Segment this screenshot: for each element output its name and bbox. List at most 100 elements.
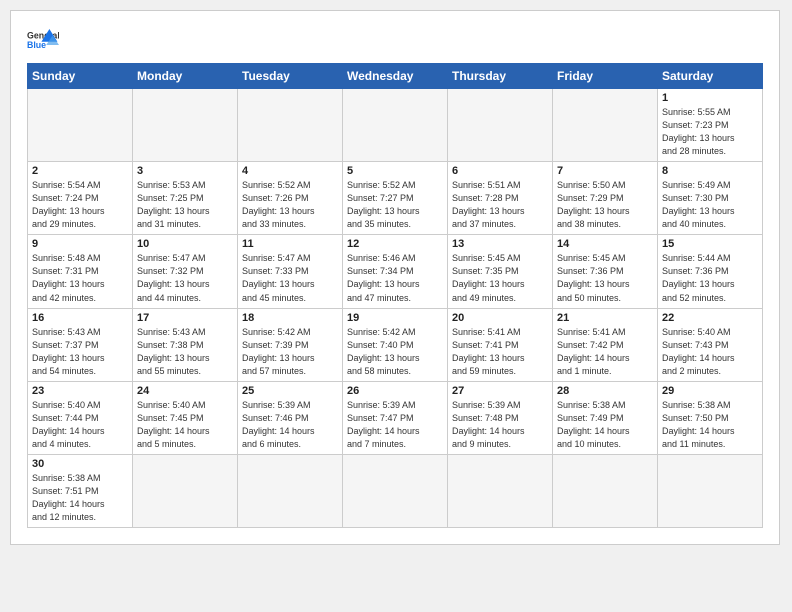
day-number: 16 <box>32 312 128 324</box>
day-number: 29 <box>662 385 758 397</box>
day-info: Sunrise: 5:42 AMSunset: 7:39 PMDaylight:… <box>242 326 338 378</box>
day-number: 28 <box>557 385 653 397</box>
week-row-6: 30 Sunrise: 5:38 AMSunset: 7:51 PMDayligh… <box>28 454 763 527</box>
day-number: 4 <box>242 165 338 177</box>
week-row-1: 1 Sunrise: 5:55 AMSunset: 7:23 PMDaylight… <box>28 89 763 162</box>
logo: General Blue <box>27 27 59 55</box>
calendar-cell <box>553 89 658 162</box>
day-number: 25 <box>242 385 338 397</box>
weekday-header-monday: Monday <box>133 64 238 89</box>
day-number: 2 <box>32 165 128 177</box>
weekday-header-friday: Friday <box>553 64 658 89</box>
calendar-cell: 8Sunrise: 5:49 AMSunset: 7:30 PMDaylight… <box>658 162 763 235</box>
calendar-table: SundayMondayTuesdayWednesdayThursdayFrid… <box>27 63 763 528</box>
weekday-header-wednesday: Wednesday <box>343 64 448 89</box>
day-number: 5 <box>347 165 443 177</box>
day-number: 9 <box>32 238 128 250</box>
calendar-cell <box>343 454 448 527</box>
day-info: Sunrise: 5:40 AMSunset: 7:43 PMDaylight:… <box>662 326 758 378</box>
logo-icon: General Blue <box>27 27 59 55</box>
day-info: Sunrise: 5:49 AMSunset: 7:30 PMDaylight:… <box>662 179 758 231</box>
week-row-5: 23 Sunrise: 5:40 AMSunset: 7:44 PMDayligh… <box>28 381 763 454</box>
calendar-page: General Blue SundayMondayTuesdayWednesda… <box>10 10 780 545</box>
calendar-cell: 20 Sunrise: 5:41 AMSunset: 7:41 PMDayligh… <box>448 308 553 381</box>
day-number: 23 <box>32 385 128 397</box>
day-info: Sunrise: 5:47 AMSunset: 7:33 PMDaylight:… <box>242 252 338 304</box>
day-info: Sunrise: 5:40 AMSunset: 7:45 PMDaylight:… <box>137 399 233 451</box>
calendar-cell: 19Sunrise: 5:42 AMSunset: 7:40 PMDayligh… <box>343 308 448 381</box>
calendar-cell: 11 Sunrise: 5:47 AMSunset: 7:33 PMDayligh… <box>238 235 343 308</box>
calendar-cell: 12Sunrise: 5:46 AMSunset: 7:34 PMDayligh… <box>343 235 448 308</box>
day-info: Sunrise: 5:43 AMSunset: 7:38 PMDaylight:… <box>137 326 233 378</box>
week-row-2: 2 Sunrise: 5:54 AMSunset: 7:24 PMDaylight… <box>28 162 763 235</box>
day-info: Sunrise: 5:42 AMSunset: 7:40 PMDaylight:… <box>347 326 443 378</box>
calendar-cell: 23 Sunrise: 5:40 AMSunset: 7:44 PMDayligh… <box>28 381 133 454</box>
day-number: 20 <box>452 312 548 324</box>
calendar-cell <box>238 89 343 162</box>
day-info: Sunrise: 5:41 AMSunset: 7:41 PMDaylight:… <box>452 326 548 378</box>
day-number: 22 <box>662 312 758 324</box>
day-info: Sunrise: 5:43 AMSunset: 7:37 PMDaylight:… <box>32 326 128 378</box>
day-info: Sunrise: 5:50 AMSunset: 7:29 PMDaylight:… <box>557 179 653 231</box>
day-number: 12 <box>347 238 443 250</box>
week-row-3: 9 Sunrise: 5:48 AMSunset: 7:31 PMDaylight… <box>28 235 763 308</box>
calendar-cell <box>553 454 658 527</box>
calendar-cell: 9 Sunrise: 5:48 AMSunset: 7:31 PMDaylight… <box>28 235 133 308</box>
calendar-cell: 7Sunrise: 5:50 AMSunset: 7:29 PMDaylight… <box>553 162 658 235</box>
day-number: 17 <box>137 312 233 324</box>
day-info: Sunrise: 5:39 AMSunset: 7:46 PMDaylight:… <box>242 399 338 451</box>
calendar-cell: 4Sunrise: 5:52 AMSunset: 7:26 PMDaylight… <box>238 162 343 235</box>
calendar-cell: 6Sunrise: 5:51 AMSunset: 7:28 PMDaylight… <box>448 162 553 235</box>
calendar-cell <box>133 454 238 527</box>
calendar-cell <box>238 454 343 527</box>
day-info: Sunrise: 5:54 AMSunset: 7:24 PMDaylight:… <box>32 179 128 231</box>
calendar-cell: 15Sunrise: 5:44 AMSunset: 7:36 PMDayligh… <box>658 235 763 308</box>
day-number: 14 <box>557 238 653 250</box>
day-info: Sunrise: 5:55 AMSunset: 7:23 PMDaylight:… <box>662 106 758 158</box>
calendar-cell: 27Sunrise: 5:39 AMSunset: 7:48 PMDayligh… <box>448 381 553 454</box>
day-info: Sunrise: 5:38 AMSunset: 7:51 PMDaylight:… <box>32 472 128 524</box>
calendar-cell: 30 Sunrise: 5:38 AMSunset: 7:51 PMDayligh… <box>28 454 133 527</box>
calendar-cell <box>343 89 448 162</box>
calendar-cell <box>658 454 763 527</box>
weekday-header-saturday: Saturday <box>658 64 763 89</box>
calendar-cell: 18 Sunrise: 5:42 AMSunset: 7:39 PMDayligh… <box>238 308 343 381</box>
header: General Blue <box>27 27 763 55</box>
day-info: Sunrise: 5:47 AMSunset: 7:32 PMDaylight:… <box>137 252 233 304</box>
day-info: Sunrise: 5:45 AMSunset: 7:36 PMDaylight:… <box>557 252 653 304</box>
calendar-cell: 21 Sunrise: 5:41 AMSunset: 7:42 PMDayligh… <box>553 308 658 381</box>
calendar-cell <box>28 89 133 162</box>
weekday-header-thursday: Thursday <box>448 64 553 89</box>
week-row-4: 16 Sunrise: 5:43 AMSunset: 7:37 PMDayligh… <box>28 308 763 381</box>
day-info: Sunrise: 5:51 AMSunset: 7:28 PMDaylight:… <box>452 179 548 231</box>
calendar-cell: 3Sunrise: 5:53 AMSunset: 7:25 PMDaylight… <box>133 162 238 235</box>
weekday-header-tuesday: Tuesday <box>238 64 343 89</box>
calendar-cell: 14 Sunrise: 5:45 AMSunset: 7:36 PMDayligh… <box>553 235 658 308</box>
day-info: Sunrise: 5:45 AMSunset: 7:35 PMDaylight:… <box>452 252 548 304</box>
day-info: Sunrise: 5:41 AMSunset: 7:42 PMDaylight:… <box>557 326 653 378</box>
day-number: 1 <box>662 92 758 104</box>
day-info: Sunrise: 5:53 AMSunset: 7:25 PMDaylight:… <box>137 179 233 231</box>
day-number: 11 <box>242 238 338 250</box>
weekday-header-row: SundayMondayTuesdayWednesdayThursdayFrid… <box>28 64 763 89</box>
calendar-cell: 10 Sunrise: 5:47 AMSunset: 7:32 PMDayligh… <box>133 235 238 308</box>
calendar-cell: 13 Sunrise: 5:45 AMSunset: 7:35 PMDayligh… <box>448 235 553 308</box>
calendar-cell: 29 Sunrise: 5:38 AMSunset: 7:50 PMDayligh… <box>658 381 763 454</box>
calendar-cell: 1 Sunrise: 5:55 AMSunset: 7:23 PMDaylight… <box>658 89 763 162</box>
calendar-cell: 22 Sunrise: 5:40 AMSunset: 7:43 PMDayligh… <box>658 308 763 381</box>
day-info: Sunrise: 5:38 AMSunset: 7:50 PMDaylight:… <box>662 399 758 451</box>
day-number: 21 <box>557 312 653 324</box>
calendar-cell: 25 Sunrise: 5:39 AMSunset: 7:46 PMDayligh… <box>238 381 343 454</box>
day-number: 10 <box>137 238 233 250</box>
day-info: Sunrise: 5:44 AMSunset: 7:36 PMDaylight:… <box>662 252 758 304</box>
day-info: Sunrise: 5:48 AMSunset: 7:31 PMDaylight:… <box>32 252 128 304</box>
day-info: Sunrise: 5:52 AMSunset: 7:27 PMDaylight:… <box>347 179 443 231</box>
day-info: Sunrise: 5:40 AMSunset: 7:44 PMDaylight:… <box>32 399 128 451</box>
day-number: 13 <box>452 238 548 250</box>
calendar-cell: 26Sunrise: 5:39 AMSunset: 7:47 PMDayligh… <box>343 381 448 454</box>
calendar-cell: 16 Sunrise: 5:43 AMSunset: 7:37 PMDayligh… <box>28 308 133 381</box>
day-number: 26 <box>347 385 443 397</box>
calendar-cell: 17 Sunrise: 5:43 AMSunset: 7:38 PMDayligh… <box>133 308 238 381</box>
day-number: 30 <box>32 458 128 470</box>
day-number: 18 <box>242 312 338 324</box>
